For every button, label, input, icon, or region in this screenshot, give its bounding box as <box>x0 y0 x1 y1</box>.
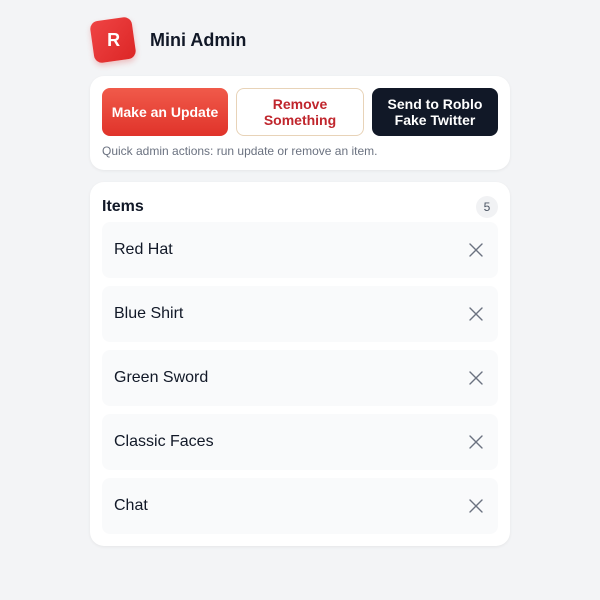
items-header: Items 5 <box>102 196 498 218</box>
list-item: Blue Shirt <box>102 286 498 342</box>
make-update-button[interactable]: Make an Update <box>102 88 228 136</box>
item-label: Chat <box>114 497 148 514</box>
actions-hint: Quick admin actions: run update or remov… <box>102 144 378 158</box>
items-title: Items <box>102 198 144 215</box>
item-label: Blue Shirt <box>114 305 184 322</box>
actions-row: Make an Update Remove Something Send to … <box>102 88 498 136</box>
app-root: R Mini Admin Make an Update Remove Somet… <box>0 0 600 600</box>
item-label: Red Hat <box>114 241 173 258</box>
close-icon[interactable] <box>466 240 486 260</box>
page-title: Mini Admin <box>150 29 247 50</box>
send-to-twitter-button[interactable]: Send to Roblo Fake Twitter <box>372 88 498 136</box>
items-count-badge: 5 <box>476 196 498 218</box>
remove-something-button[interactable]: Remove Something <box>236 88 364 136</box>
logo-letter: R <box>106 29 120 50</box>
items-card: Items 5 Red Hat Blue Shirt Green Sword C… <box>90 182 510 546</box>
header: R Mini Admin <box>89 16 247 64</box>
list-item: Green Sword <box>102 350 498 406</box>
list-item: Chat <box>102 478 498 534</box>
close-icon[interactable] <box>466 368 486 388</box>
close-icon[interactable] <box>466 496 486 516</box>
close-icon[interactable] <box>466 432 486 452</box>
list-item: Red Hat <box>102 222 498 278</box>
list-item: Classic Faces <box>102 414 498 470</box>
actions-card: Make an Update Remove Something Send to … <box>90 76 510 170</box>
item-label: Green Sword <box>114 369 209 386</box>
item-label: Classic Faces <box>114 433 214 450</box>
close-icon[interactable] <box>466 304 486 324</box>
app-logo: R <box>89 16 137 64</box>
items-list: Red Hat Blue Shirt Green Sword Classic F… <box>102 222 498 542</box>
